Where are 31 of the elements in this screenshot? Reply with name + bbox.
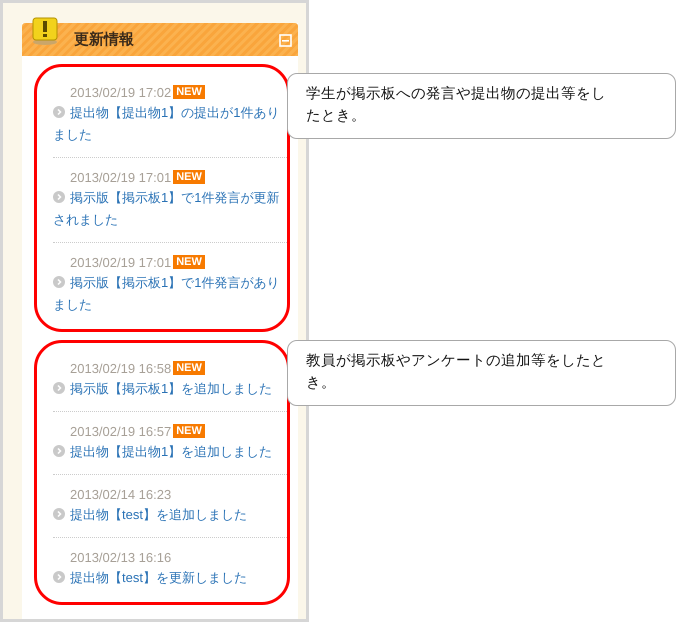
update-link[interactable]: 掲示版【掲示板1】を追加しました — [53, 378, 283, 400]
update-date: 2013/02/19 17:01 — [70, 254, 172, 270]
new-badge: NEW — [173, 255, 205, 269]
new-badge: NEW — [173, 85, 205, 99]
bullet-icon — [53, 382, 65, 394]
update-link[interactable]: 提出物【提出物1】を追加しました — [53, 441, 283, 463]
update-date: 2013/02/19 16:58 — [70, 360, 172, 376]
update-link[interactable]: 提出物【test】を追加しました — [53, 504, 283, 526]
bullet-icon — [53, 106, 65, 118]
alert-icon — [32, 17, 58, 45]
collapse-icon[interactable] — [279, 34, 292, 47]
new-badge: NEW — [173, 170, 205, 184]
update-link[interactable]: 掲示版【掲示板1】で1件発言が更新されました — [53, 187, 283, 231]
update-date: 2013/02/14 16:23 — [70, 486, 172, 502]
bullet-icon — [53, 276, 65, 288]
update-link[interactable]: 掲示版【掲示板1】で1件発言がありました — [53, 272, 283, 316]
callout-note: 学生が掲示板への発言や提出物の提出等をしたとき。 — [287, 73, 676, 139]
update-date: 2013/02/19 16:57 — [70, 424, 172, 438]
bullet-icon — [53, 571, 65, 583]
update-link[interactable]: 提出物【提出物1】の提出が1件ありました — [53, 102, 283, 146]
update-date: 2013/02/19 17:02 — [70, 84, 172, 100]
update-date: 2013/02/19 17:01 — [70, 170, 172, 184]
update-link[interactable]: 提出物【test】を更新しました — [53, 567, 283, 589]
update-date: 2013/02/13 16:16 — [70, 550, 172, 564]
bullet-icon — [53, 445, 65, 457]
bullet-icon — [53, 191, 65, 203]
bullet-icon — [53, 508, 65, 520]
callout-note: 教員が掲示板やアンケートの追加等をしたとき。 — [287, 340, 676, 406]
new-badge: NEW — [173, 424, 205, 438]
new-badge: NEW — [173, 361, 205, 375]
panel-title: 更新情報 — [74, 30, 134, 49]
